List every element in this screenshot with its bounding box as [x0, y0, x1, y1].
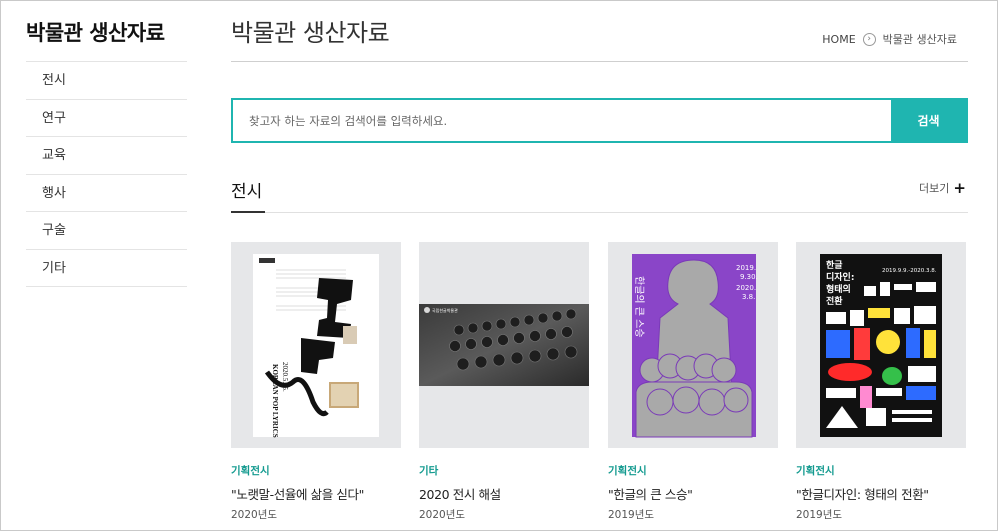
- card-year: 2019년도: [796, 509, 843, 521]
- poster-date-end-day: 3.8.: [742, 293, 755, 301]
- card-category: 기획전시: [608, 465, 647, 477]
- page-title: 박물관 생산자료: [231, 19, 390, 47]
- card-title[interactable]: "한글의 큰 스승": [608, 484, 778, 503]
- poster-great-teacher-image: 2019. 9.30. 2020. 3.8. 한글의 큰 스승: [632, 254, 758, 438]
- section-title: 전시: [231, 182, 263, 202]
- museum-logo-text: 국립한글박물관: [432, 307, 458, 313]
- card-category: 기획전시: [796, 465, 835, 477]
- card-item[interactable]: 한글 디자인: 형태의 전환 2019.9.9.-2020.3.8. 기획전시 …: [796, 242, 966, 522]
- typewriter-image: 국립한글박물관: [419, 304, 589, 386]
- card-title[interactable]: "노랫말-선율에 삶을 싣다": [231, 484, 401, 503]
- poster-lyrics-date: 2020.5.15.: [281, 362, 289, 392]
- section-title-underline: [231, 211, 265, 213]
- sidebar-item-education[interactable]: 교육: [26, 137, 187, 175]
- breadcrumb: HOME › 박물관 생산자료: [822, 31, 957, 47]
- header-divider: [231, 61, 968, 62]
- poster-title-line1: 한글: [826, 259, 843, 271]
- breadcrumb-home-link[interactable]: HOME: [822, 33, 855, 46]
- card-item[interactable]: KOREAN POP LYRICS 2020.5.15. 기획전시 "노랫말-선…: [231, 242, 401, 522]
- poster-title-line2: 디자인:: [826, 271, 854, 283]
- poster-title-line4: 전환: [826, 295, 843, 307]
- poster-date: 2019.9.9.-2020.3.8.: [882, 268, 937, 274]
- poster-lyrics-image: KOREAN POP LYRICS 2020.5.15.: [253, 254, 379, 438]
- card-thumbnail: 국립한글박물관: [419, 242, 589, 448]
- search-input[interactable]: [233, 100, 891, 141]
- card-title[interactable]: 2020 전시 해설: [419, 484, 589, 503]
- card-thumbnail: KOREAN POP LYRICS 2020.5.15.: [231, 242, 401, 448]
- chevron-right-icon: ›: [862, 32, 876, 46]
- poster-title-vertical: 한글의 큰 스승: [633, 276, 645, 338]
- plus-icon: +: [953, 178, 966, 197]
- poster-date-end-year: 2020.: [736, 284, 756, 292]
- card-year: 2020년도: [231, 509, 278, 521]
- sidebar-item-oral[interactable]: 구술: [26, 212, 187, 250]
- breadcrumb-current: 박물관 생산자료: [882, 33, 957, 46]
- card-title[interactable]: "한글디자인: 형태의 전환": [796, 484, 966, 503]
- card-item[interactable]: 2019. 9.30. 2020. 3.8. 한글의 큰 스승 기획전시 "한글…: [608, 242, 778, 522]
- page-frame: 박물관 생산자료 전시 연구 교육 행사 구술 기타 박물관 생산자료 HOME…: [0, 0, 998, 531]
- card-year: 2020년도: [419, 509, 466, 521]
- card-thumbnail: 2019. 9.30. 2020. 3.8. 한글의 큰 스승: [608, 242, 778, 448]
- more-link[interactable]: 더보기 +: [919, 180, 966, 196]
- poster-date-start-year: 2019.: [736, 264, 756, 272]
- card-thumbnail: 한글 디자인: 형태의 전환 2019.9.9.-2020.3.8.: [796, 242, 966, 448]
- search-bar: 검색: [231, 98, 968, 143]
- poster-date-start-day: 9.30.: [740, 273, 758, 281]
- card-year: 2019년도: [608, 509, 655, 521]
- sidebar-item-etc[interactable]: 기타: [26, 250, 187, 287]
- poster-lyrics-text: KOREAN POP LYRICS: [271, 364, 279, 438]
- sidebar-menu: 전시 연구 교육 행사 구술 기타: [26, 61, 187, 287]
- card-item[interactable]: 국립한글박물관 기타 2020 전시 해설 2020년도: [419, 242, 589, 522]
- search-button[interactable]: 검색: [891, 100, 966, 141]
- sidebar-item-event[interactable]: 행사: [26, 175, 187, 212]
- section-divider: [265, 212, 968, 213]
- card-category: 기타: [419, 465, 439, 477]
- sidebar-title: 박물관 생산자료: [26, 21, 165, 45]
- poster-title-line3: 형태의: [826, 283, 851, 295]
- sidebar-item-research[interactable]: 연구: [26, 100, 187, 137]
- poster-hangeul-design-image: 한글 디자인: 형태의 전환 2019.9.9.-2020.3.8.: [820, 254, 942, 437]
- card-category: 기획전시: [231, 465, 270, 477]
- more-label: 더보기: [919, 182, 950, 195]
- sidebar-item-exhibition[interactable]: 전시: [26, 62, 187, 100]
